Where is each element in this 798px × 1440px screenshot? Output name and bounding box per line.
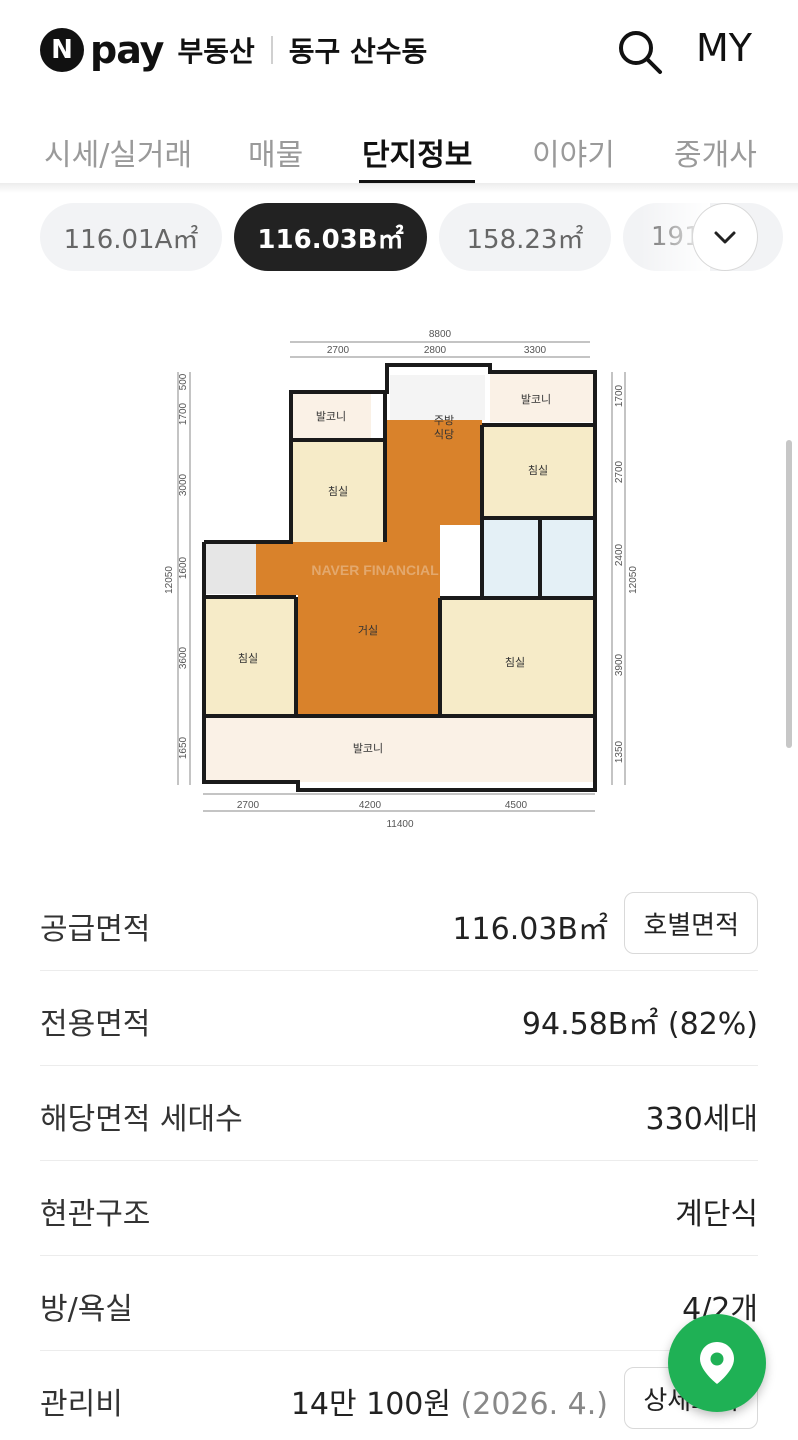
room-label: 발코니 <box>353 742 383 755</box>
region-name[interactable]: 동구 산수동 <box>289 30 428 70</box>
info-row-maintenance: 관리비 14만 100원 (2026. 4.) 상세보기 <box>40 1351 758 1440</box>
watermark: NAVER FINANCIAL <box>311 562 439 578</box>
pay-wordmark: pay <box>90 28 164 72</box>
dim-left: 1700 <box>178 402 189 425</box>
dim-bottom: 2700 <box>237 800 260 811</box>
dim-right: 1350 <box>614 740 625 763</box>
expand-chips-button[interactable] <box>692 203 758 271</box>
room-label: 침실 <box>328 485 348 498</box>
dim-top: 2800 <box>424 345 447 356</box>
info-value: 330세대 <box>645 1102 758 1137</box>
area-chip-selected[interactable]: 116.03B㎡ <box>234 203 427 271</box>
info-value: 계단식 <box>675 1197 758 1232</box>
info-label: 관리비 <box>40 1387 123 1422</box>
tab-bar: 시세/실거래 매물 단지정보 이야기 중개사 <box>0 120 798 184</box>
area-chip-list: 116.01A㎡ 116.03B㎡ 158.23㎡ 191 <box>0 203 798 271</box>
my-page-button[interactable]: MY <box>696 26 752 70</box>
info-row-exclusive-area: 전용면적 94.58B㎡ (82%) <box>40 971 758 1066</box>
room-label: 거실 <box>358 624 378 637</box>
dim-top-total: 8800 <box>429 329 452 340</box>
info-value: 94.58B㎡ (82%) <box>521 1007 758 1042</box>
tab-listings[interactable]: 매물 <box>248 130 303 174</box>
info-row-households: 해당면적 세대수 330세대 <box>40 1066 758 1161</box>
info-value: 116.03B㎡ <box>452 912 608 947</box>
scrollbar[interactable] <box>786 440 792 748</box>
info-row-rooms: 방/욕실 4/2개 <box>40 1256 758 1351</box>
tab-complex-info[interactable]: 단지정보 <box>362 130 472 174</box>
info-row-supply-area: 공급면적 116.03B㎡ 호별면적 <box>40 876 758 971</box>
room-label: 침실 <box>528 464 548 477</box>
room-label: 침실 <box>505 656 525 669</box>
chevron-down-icon <box>714 231 736 244</box>
tab-agents[interactable]: 중개사 <box>674 130 757 174</box>
dim-bottom-total: 11400 <box>386 819 414 830</box>
info-label: 전용면적 <box>40 1007 151 1042</box>
search-icon[interactable] <box>616 28 664 76</box>
dim-left: 500 <box>178 373 189 390</box>
maintenance-fee: 14만 100원 <box>290 1387 451 1422</box>
floor-plan: 8800 2700 2800 3300 2700 4200 4500 11400… <box>150 320 640 840</box>
dim-left: 3600 <box>178 646 189 669</box>
room-label: 발코니 <box>521 393 551 406</box>
dim-left-total: 12050 <box>164 566 175 594</box>
dim-top: 3300 <box>524 345 547 356</box>
info-row-entrance: 현관구조 계단식 <box>40 1161 758 1256</box>
area-chip[interactable]: 158.23㎡ <box>439 203 611 271</box>
area-chip[interactable]: 116.01A㎡ <box>40 203 222 271</box>
info-label: 공급면적 <box>40 912 151 947</box>
service-name: 부동산 <box>177 35 255 68</box>
tab-stories[interactable]: 이야기 <box>532 130 615 174</box>
dim-top: 2700 <box>327 345 350 356</box>
maintenance-date: (2026. 4.) <box>460 1387 608 1422</box>
info-label: 방/욕실 <box>40 1292 133 1327</box>
dim-right: 3900 <box>614 653 625 676</box>
info-label: 해당면적 세대수 <box>40 1102 243 1137</box>
dim-left: 1650 <box>178 736 189 759</box>
dim-bottom: 4200 <box>359 800 382 811</box>
unit-area-button[interactable]: 호별면적 <box>624 892 758 954</box>
room-label: 침실 <box>238 652 258 665</box>
map-location-button[interactable] <box>668 1314 766 1412</box>
dim-right: 2400 <box>614 543 625 566</box>
app-header: N pay 부동산 동구 산수동 MY <box>0 0 798 100</box>
dim-left: 1600 <box>178 556 189 579</box>
tab-bar-shadow <box>0 183 798 193</box>
info-label: 현관구조 <box>40 1197 151 1232</box>
room-label: 발코니 <box>316 410 346 423</box>
dim-right: 2700 <box>614 460 625 483</box>
brand-logo[interactable]: N pay 부동산 동구 산수동 <box>40 28 427 72</box>
dim-bottom: 4500 <box>505 800 528 811</box>
map-pin-icon <box>700 1342 734 1384</box>
naver-n-logo: N <box>40 28 84 72</box>
room-label: 주방 <box>434 414 454 427</box>
dim-right-total: 12050 <box>628 566 639 594</box>
tab-price[interactable]: 시세/실거래 <box>44 130 192 174</box>
unit-info-list: 공급면적 116.03B㎡ 호별면적 전용면적 94.58B㎡ (82%) 해당… <box>40 876 758 1440</box>
dim-left: 3000 <box>178 473 189 496</box>
info-value: 14만 100원 (2026. 4.) <box>291 1379 608 1423</box>
dim-right: 1700 <box>614 384 625 407</box>
header-divider <box>270 36 273 64</box>
room-label: 식당 <box>434 428 454 441</box>
